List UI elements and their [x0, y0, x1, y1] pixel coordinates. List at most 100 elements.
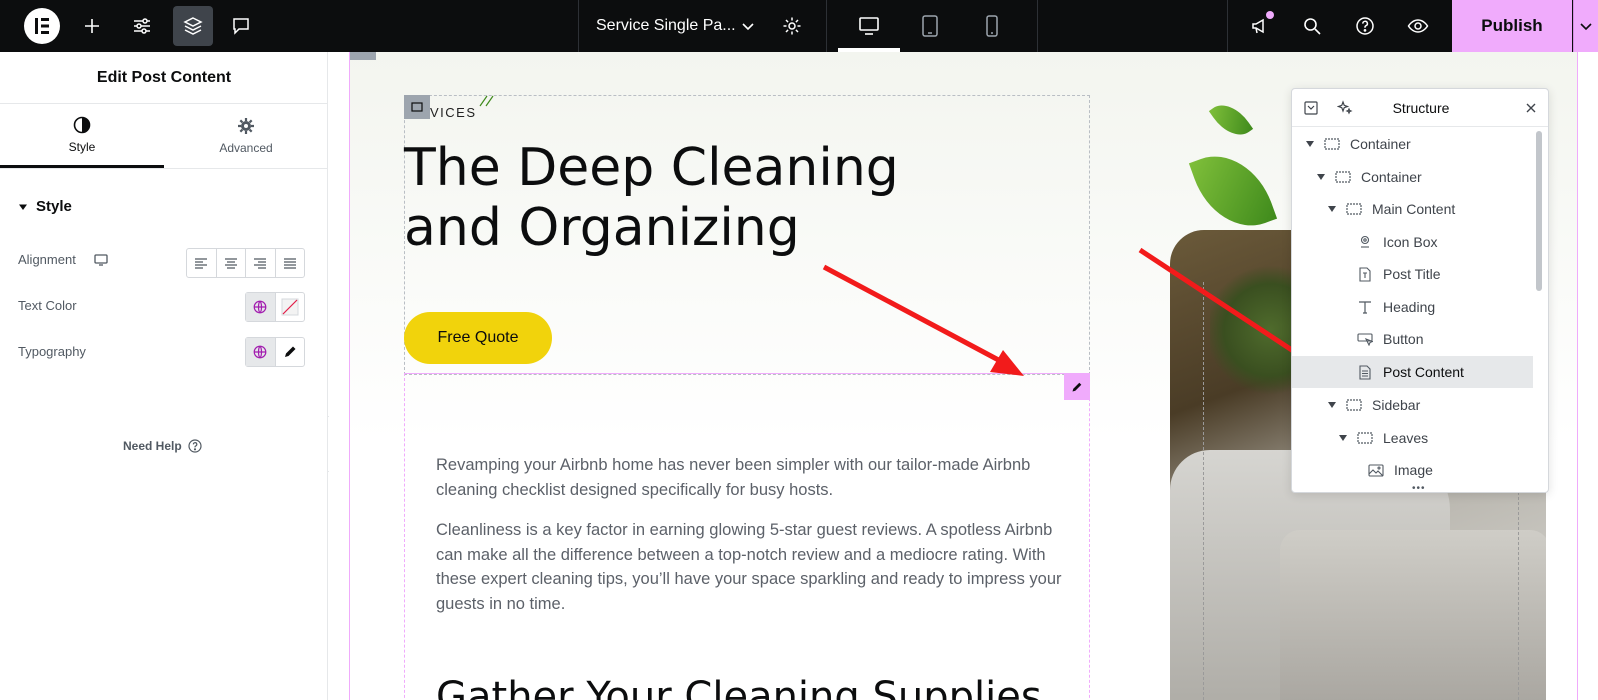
eye-icon: [1407, 19, 1429, 33]
collapse-all-button[interactable]: [1302, 99, 1320, 117]
top-bar: Service Single Pa... Publish: [0, 0, 1598, 52]
color-picker-button[interactable]: [276, 293, 305, 321]
collapse-icon: [1304, 101, 1318, 115]
structure-item-container[interactable]: Container: [1292, 128, 1533, 160]
page-settings-button[interactable]: [772, 6, 812, 46]
structure-item-post-title[interactable]: Post Title: [1292, 258, 1533, 290]
align-left-button[interactable]: [187, 249, 217, 277]
caret-down-icon: [19, 204, 27, 210]
align-justify-button[interactable]: [276, 249, 305, 277]
container-icon: [411, 102, 423, 112]
tablet-view-button[interactable]: [910, 6, 950, 46]
structure-item-image[interactable]: Image: [1292, 454, 1533, 486]
no-color-swatch-icon: [281, 298, 299, 316]
edit-widget-button[interactable]: [1064, 374, 1090, 400]
mobile-icon: [986, 15, 998, 37]
tab-style[interactable]: Style: [0, 104, 164, 168]
site-settings-button[interactable]: [122, 6, 162, 46]
publish-button[interactable]: Publish: [1452, 0, 1572, 52]
caret-down-icon[interactable]: [1337, 434, 1349, 442]
post-title: The Deep Cleaning and Organizing: [404, 138, 899, 258]
container-handle[interactable]: [404, 95, 430, 119]
search-button[interactable]: [1292, 6, 1332, 46]
global-colors-button[interactable]: [246, 293, 276, 321]
structure-toggle-button[interactable]: [173, 6, 213, 46]
structure-item-main-content[interactable]: Main Content: [1292, 193, 1533, 225]
notes-button[interactable]: [221, 6, 261, 46]
help-button[interactable]: [1345, 6, 1385, 46]
container-handle[interactable]: [350, 52, 376, 60]
container-icon: [1335, 169, 1351, 185]
image-icon: [1368, 462, 1384, 478]
globe-icon: [253, 300, 267, 314]
preview-button[interactable]: [1398, 6, 1438, 46]
structure-item-label: Sidebar: [1372, 397, 1421, 413]
need-help-link[interactable]: Need Help: [123, 439, 202, 453]
icon-box-title: VICES: [430, 105, 477, 120]
caret-down-icon[interactable]: [1326, 205, 1338, 213]
ai-assistant-button[interactable]: [1336, 99, 1354, 117]
tab-advanced[interactable]: Advanced: [164, 104, 328, 168]
mobile-view-button[interactable]: [972, 6, 1012, 46]
style-section-toggle[interactable]: Style: [18, 198, 72, 215]
structure-item-label: Icon Box: [1383, 234, 1438, 250]
desktop-view-button[interactable]: [849, 6, 889, 46]
chevron-down-icon: [742, 23, 754, 31]
elementor-logo-icon[interactable]: [24, 8, 60, 44]
desktop-icon[interactable]: [94, 253, 108, 266]
divider: [826, 0, 827, 52]
structure-item-icon-box[interactable]: Icon Box: [1292, 226, 1533, 258]
structure-item-sidebar[interactable]: Sidebar: [1292, 389, 1533, 421]
post-content-heading: Gather Your Cleaning Supplies: [436, 674, 1042, 700]
align-center-button[interactable]: [217, 249, 246, 277]
editor-panel: Edit Post Content Style Advanced Style A…: [0, 52, 328, 700]
divider: [0, 168, 328, 169]
structure-title: Structure: [1392, 100, 1450, 116]
icon-box-icon: [1357, 234, 1373, 250]
structure-item-label: Image: [1394, 462, 1433, 478]
global-fonts-button[interactable]: [246, 338, 276, 366]
notification-dot: [1266, 11, 1274, 19]
structure-item-button[interactable]: Button: [1292, 323, 1533, 355]
divider: [1227, 0, 1228, 52]
post-content-icon: [1357, 364, 1373, 380]
add-element-button[interactable]: [72, 6, 112, 46]
need-help-label: Need Help: [123, 439, 182, 453]
caret-down-icon[interactable]: [1326, 401, 1338, 409]
sparkle-icon: [1337, 100, 1353, 115]
structure-item-label: Button: [1383, 331, 1424, 347]
typography-label: Typography: [18, 344, 86, 359]
document-title: Service Single Pa...: [596, 17, 736, 34]
structure-item-post-content[interactable]: Post Content: [1292, 356, 1533, 388]
close-structure-button[interactable]: [1522, 99, 1540, 117]
structure-item-heading[interactable]: Heading: [1292, 291, 1533, 323]
caret-down-icon[interactable]: [1304, 140, 1316, 148]
caret-down-icon[interactable]: [1315, 173, 1327, 181]
structure-panel: Structure Container Container Main Conte…: [1291, 88, 1549, 493]
structure-item-container[interactable]: Container: [1292, 161, 1533, 193]
document-dropdown-button[interactable]: [728, 6, 768, 46]
container-icon: [1324, 136, 1340, 152]
whats-new-button[interactable]: [1240, 6, 1280, 46]
edit-typography-button[interactable]: [276, 338, 305, 366]
desktop-icon: [859, 17, 879, 35]
layers-icon: [183, 17, 203, 35]
post-content-paragraph: Cleanliness is a key factor in earning g…: [436, 521, 1062, 613]
contrast-icon: [73, 116, 91, 133]
tablet-icon: [922, 15, 938, 37]
align-center-icon: [224, 258, 237, 269]
structure-scrollbar[interactable]: [1536, 131, 1542, 291]
structure-item-leaves[interactable]: Leaves: [1292, 422, 1533, 454]
resize-grip-icon[interactable]: •••: [1412, 483, 1426, 492]
publish-options-button[interactable]: [1573, 0, 1598, 52]
free-quote-button[interactable]: Free Quote: [404, 312, 552, 364]
align-right-button[interactable]: [246, 249, 276, 277]
globe-icon: [253, 345, 267, 359]
chat-icon: [233, 18, 249, 35]
decorative-lines-icon: [479, 95, 494, 107]
gear-icon: [783, 17, 801, 35]
leaf-image: [1208, 96, 1254, 144]
container-icon: [1357, 430, 1373, 446]
align-left-icon: [195, 258, 208, 269]
text-color-label: Text Color: [18, 298, 77, 313]
